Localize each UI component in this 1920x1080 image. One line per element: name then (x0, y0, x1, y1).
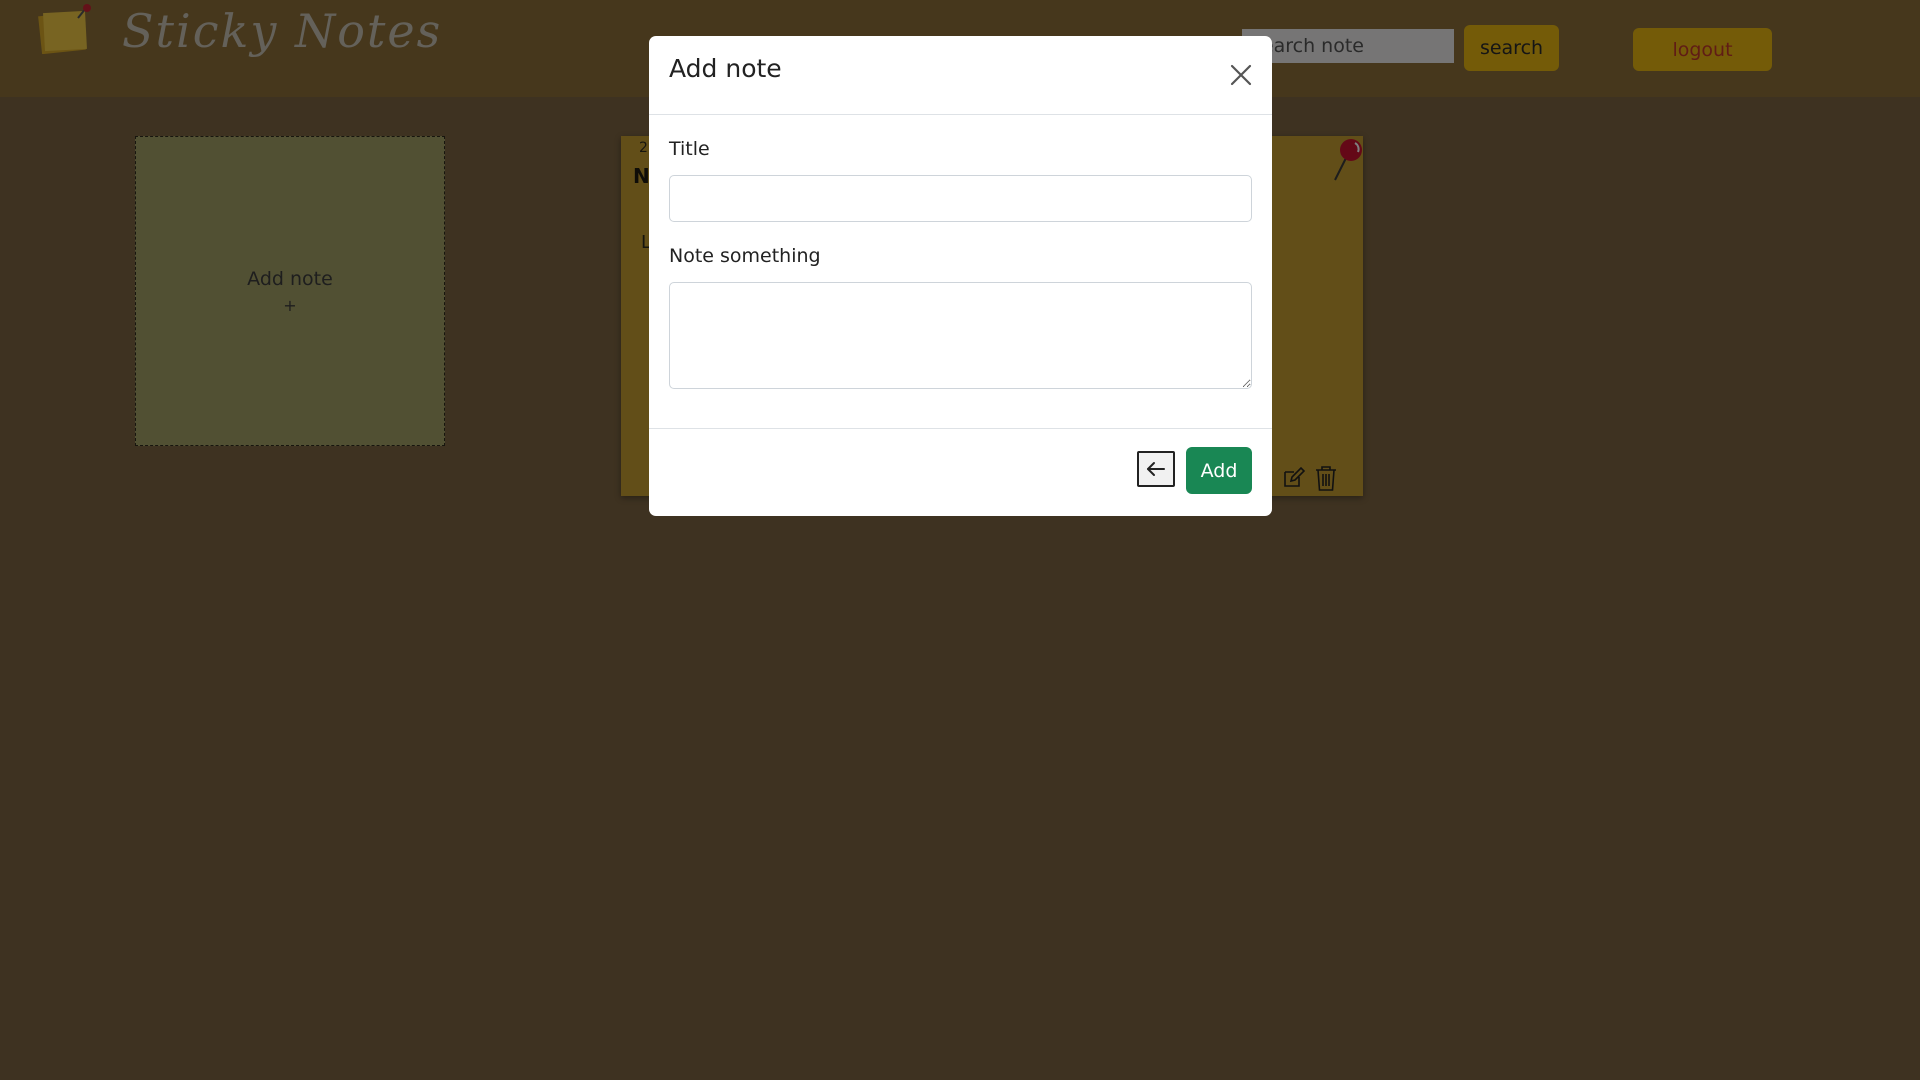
modal-footer: Add (649, 428, 1272, 516)
title-label: Title (669, 138, 710, 160)
back-button[interactable] (1137, 451, 1175, 487)
modal-title: Add note (669, 54, 782, 83)
modal-header: Add note (649, 36, 1272, 115)
note-label: Note something (669, 245, 821, 267)
note-textarea[interactable] (669, 282, 1252, 389)
arrow-left-icon (1147, 462, 1165, 476)
add-button[interactable]: Add (1186, 447, 1252, 494)
title-input[interactable] (669, 175, 1252, 222)
close-icon[interactable] (1229, 63, 1253, 87)
add-note-modal: Add note Title Note something Add (649, 36, 1272, 516)
